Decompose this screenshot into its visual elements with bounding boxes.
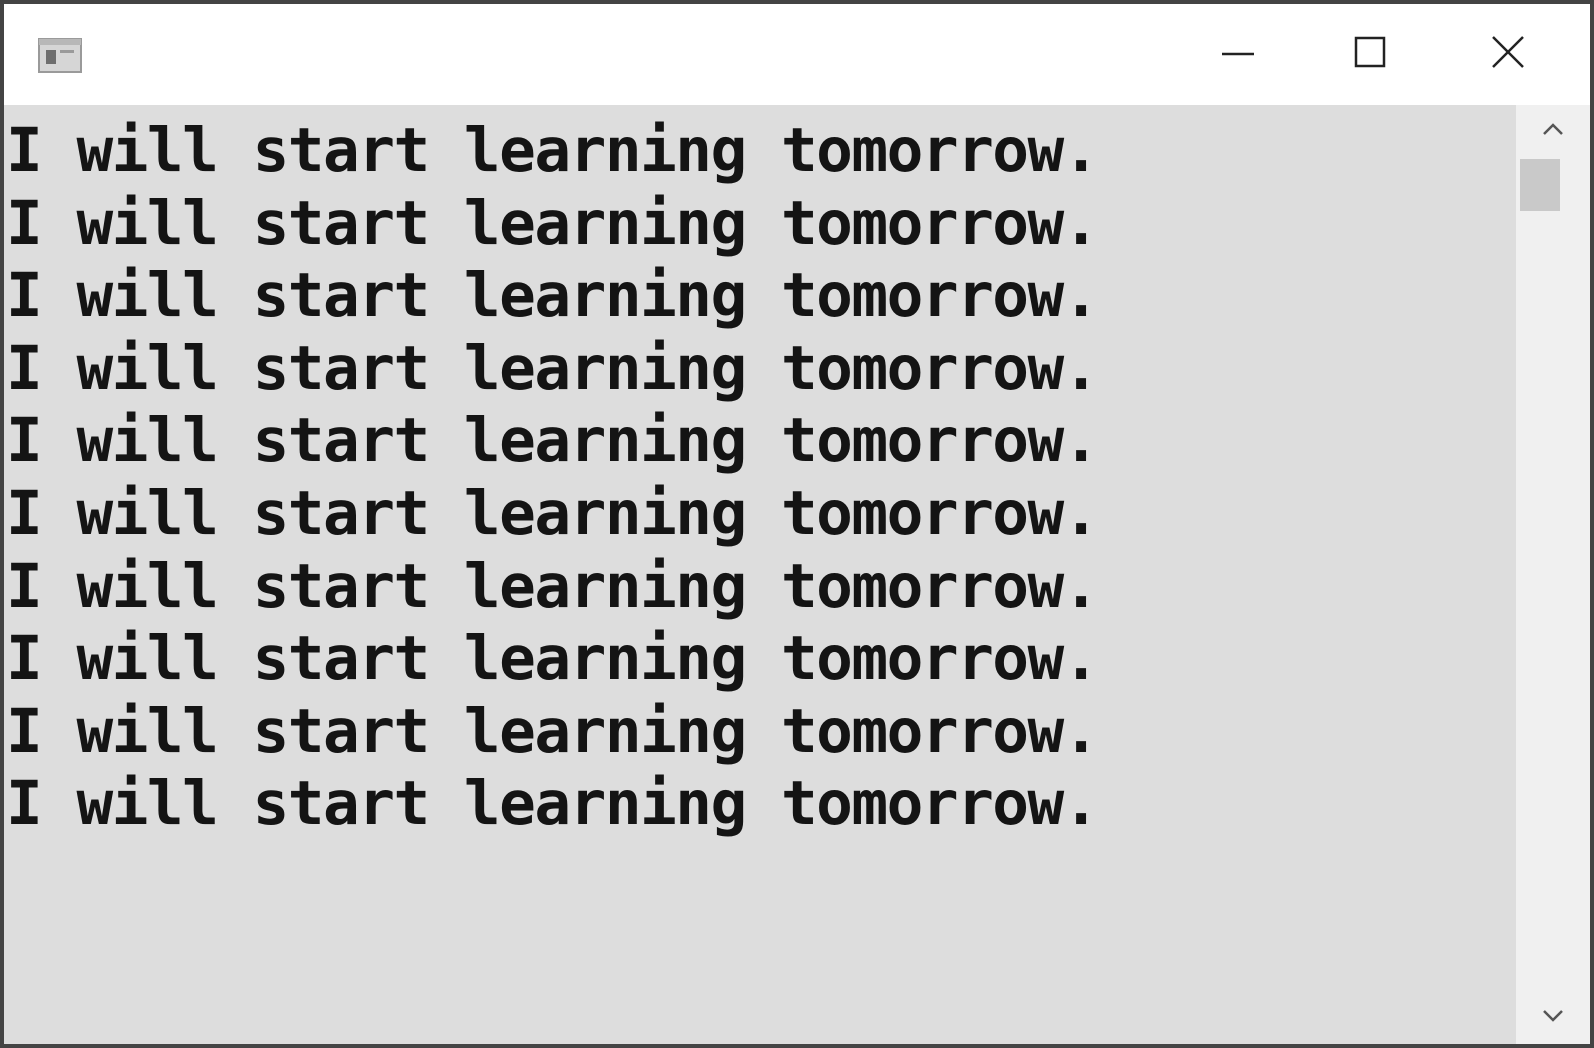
console-line: I will start learning tomorrow. <box>6 405 1099 477</box>
console-line: I will start learning tomorrow. <box>6 115 1099 186</box>
console-line: I will start learning tomorrow. <box>6 550 1099 622</box>
scroll-down-button[interactable] <box>1516 992 1590 1044</box>
console-line: I will start learning tomorrow. <box>6 623 1099 695</box>
console-line: I will start learning tomorrow. <box>6 260 1099 332</box>
scroll-thumb[interactable] <box>1520 159 1560 211</box>
maximize-button[interactable] <box>1304 4 1436 105</box>
scroll-up-button[interactable] <box>1516 105 1590 157</box>
console-line: I will start learning tomorrow. <box>6 477 1099 549</box>
chevron-up-icon <box>1542 122 1564 141</box>
console-window: I will start learning tomorrow. I will s… <box>0 0 1594 1048</box>
chevron-down-icon <box>1542 1009 1564 1028</box>
maximize-icon <box>1353 35 1387 74</box>
console-line: I will start learning tomorrow. <box>6 332 1099 404</box>
close-icon <box>1490 34 1526 75</box>
console-app-icon <box>38 36 82 74</box>
console-output[interactable]: I will start learning tomorrow. I will s… <box>4 105 1516 1044</box>
title-bar[interactable] <box>4 4 1590 105</box>
minimize-icon <box>1221 35 1255 74</box>
minimize-button[interactable] <box>1172 4 1304 105</box>
console-line: I will start learning tomorrow. <box>6 695 1099 767</box>
vertical-scrollbar[interactable] <box>1516 105 1590 1044</box>
console-line: I will start learning tomorrow. <box>6 768 1099 840</box>
console-lines: I will start learning tomorrow. I will s… <box>4 115 1099 841</box>
console-line: I will start learning tomorrow. <box>6 187 1099 259</box>
close-button[interactable] <box>1442 4 1574 105</box>
